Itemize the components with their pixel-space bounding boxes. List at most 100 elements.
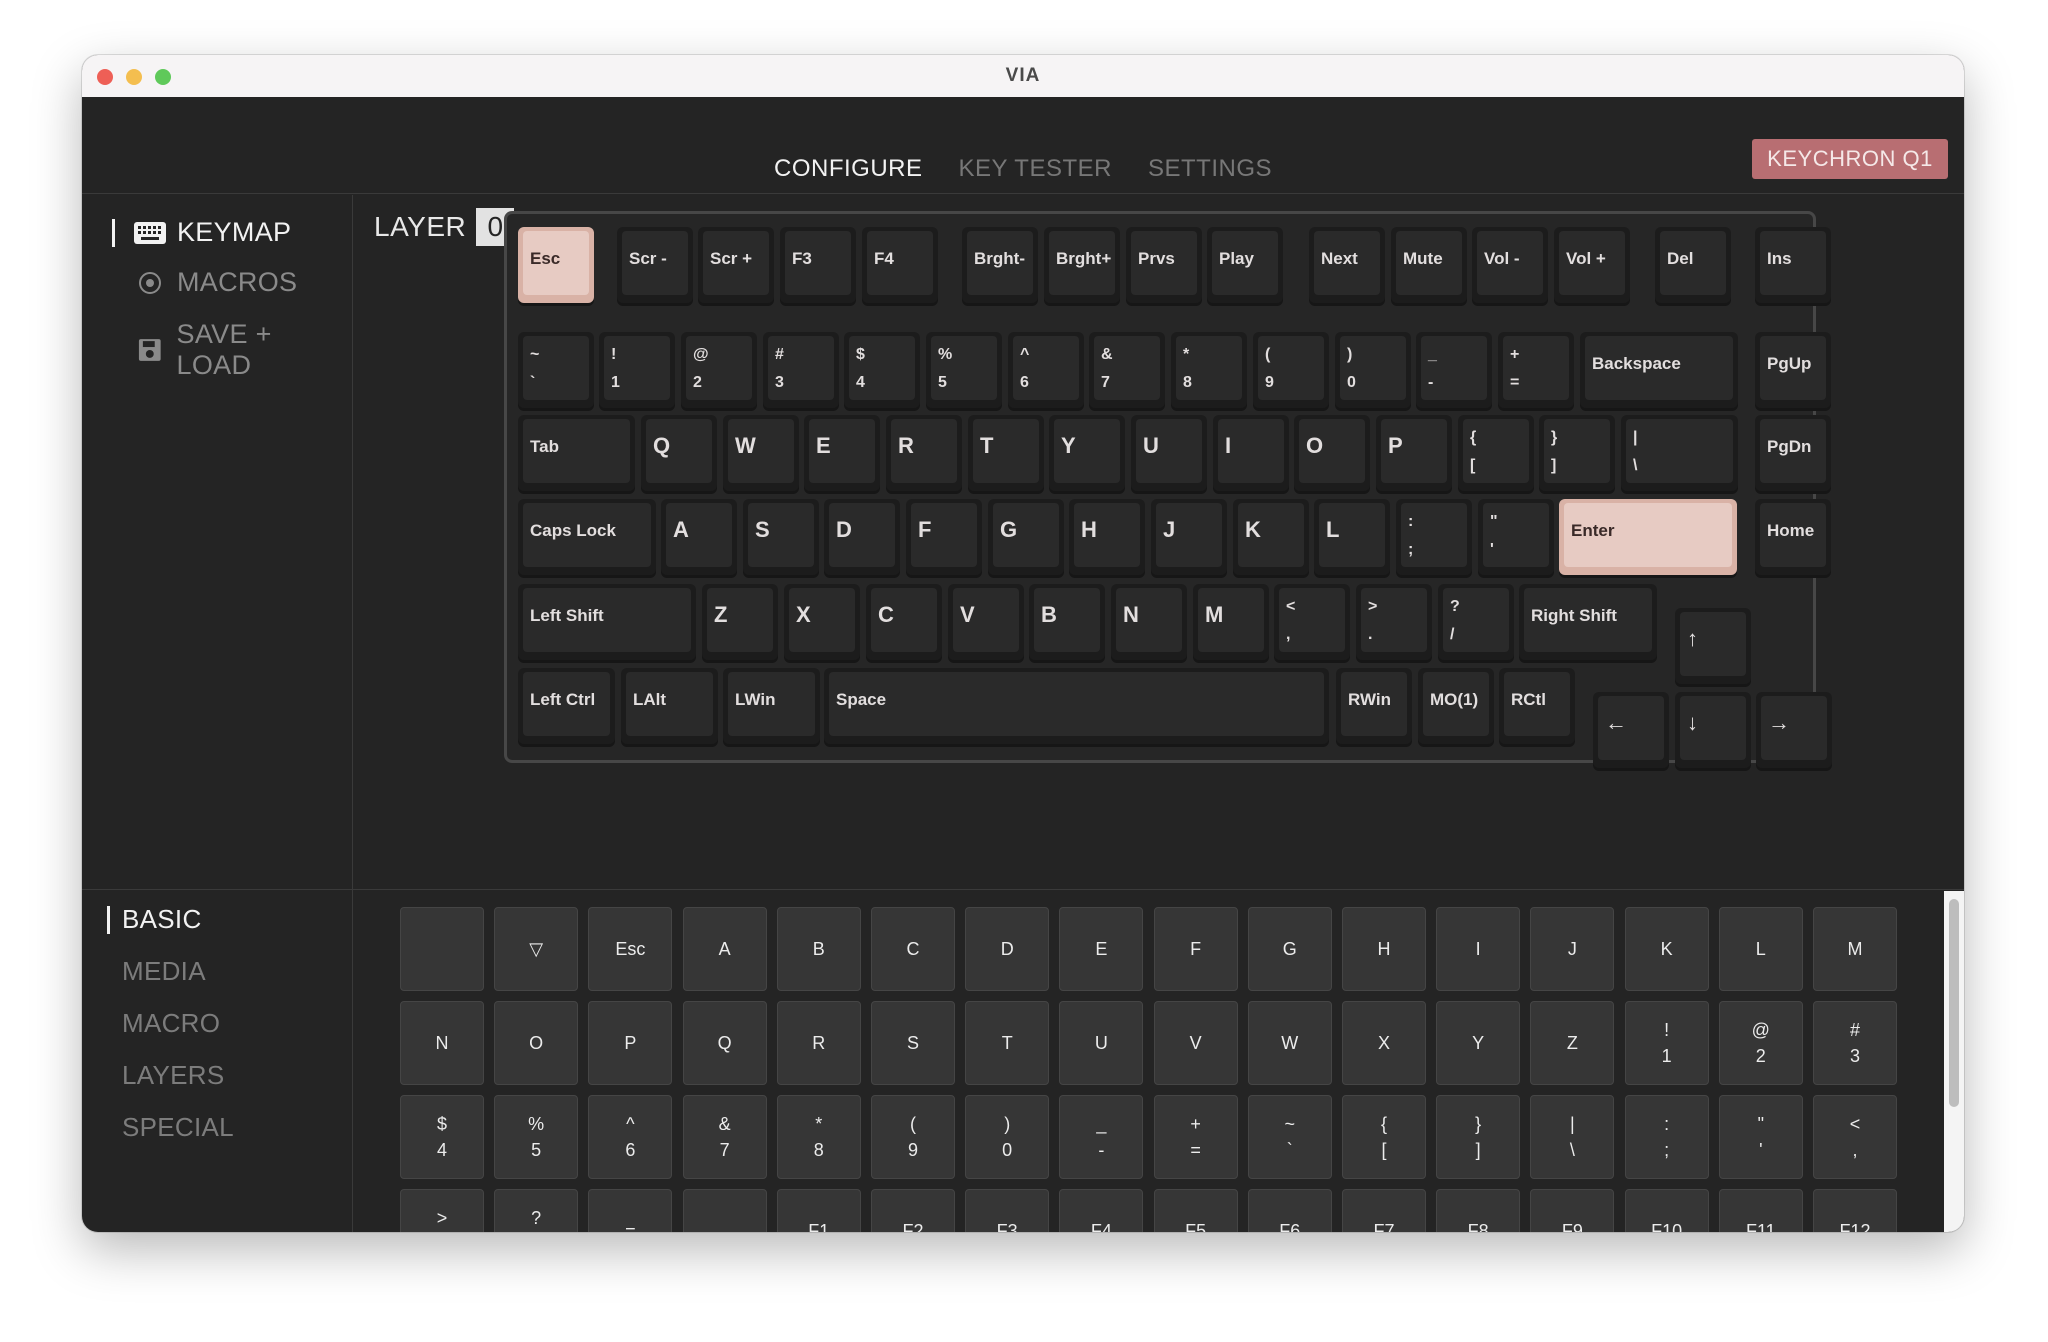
keycode-r[interactable]: R <box>776 1001 861 1085</box>
key-w[interactable]: W <box>723 415 799 491</box>
key-home[interactable]: Home <box>1755 499 1831 575</box>
key-2[interactable]: @2 <box>681 332 757 408</box>
key-q[interactable]: Q <box>641 415 717 491</box>
key-i[interactable]: I <box>1213 415 1289 491</box>
key-l[interactable]: L <box>1314 499 1390 575</box>
keycode-f[interactable]: F <box>1153 907 1238 991</box>
keycode-blank[interactable]: ▽ <box>494 907 579 991</box>
keycode-q[interactable]: Q <box>682 1001 767 1085</box>
key-next[interactable]: Next <box>1309 227 1385 303</box>
category-macro[interactable]: MACRO <box>107 1008 220 1039</box>
keycode-blank[interactable]: " ' <box>1718 1095 1803 1179</box>
category-special[interactable]: SPECIAL <box>107 1112 234 1143</box>
key-backspace[interactable]: Backspace <box>1580 332 1738 408</box>
keycode-blank[interactable] <box>400 907 484 991</box>
keycode-blank[interactable]: }] <box>1436 1095 1521 1179</box>
keycode-0[interactable]: ) 0 <box>965 1095 1050 1179</box>
key-blank[interactable]: :; <box>1396 499 1472 575</box>
keycode-n[interactable]: N <box>400 1001 484 1085</box>
key-blankarrow[interactable]: ↑ <box>1675 608 1751 684</box>
key-m[interactable]: M <box>1193 584 1269 660</box>
keycode-h[interactable]: H <box>1342 907 1426 991</box>
keycode-t[interactable]: T <box>965 1001 1050 1085</box>
key-caps-lock[interactable]: Caps Lock <box>518 499 656 575</box>
key-p[interactable]: P <box>1376 415 1452 491</box>
keycode-u[interactable]: U <box>1059 1001 1144 1085</box>
keycode-1[interactable]: ! 1 <box>1624 1001 1709 1085</box>
keycode-l[interactable]: L <box>1718 907 1803 991</box>
keycode-blank[interactable]: <, <box>1813 1095 1897 1179</box>
key-left-ctrl[interactable]: Left Ctrl <box>518 668 615 744</box>
sidebar-item-keymap[interactable]: KEYMAP <box>112 217 291 248</box>
keycode-blank[interactable]: _ - <box>1059 1095 1144 1179</box>
key-blank[interactable]: + = <box>1498 332 1574 408</box>
keycode-blank[interactable]: >. <box>400 1189 484 1232</box>
keycode-s[interactable]: S <box>871 1001 955 1085</box>
key-blank[interactable]: <, <box>1274 584 1350 660</box>
keycode-k[interactable]: K <box>1624 907 1709 991</box>
key-4[interactable]: $4 <box>844 332 920 408</box>
keycode-6[interactable]: ^ 6 <box>588 1095 673 1179</box>
tab-key-tester[interactable]: KEY TESTER <box>958 155 1112 183</box>
keycode-b[interactable]: B <box>776 907 861 991</box>
key-esc[interactable]: Esc <box>518 227 594 303</box>
keycode-m[interactable]: M <box>1813 907 1897 991</box>
key-8[interactable]: * 8 <box>1171 332 1247 408</box>
key-blankarrow[interactable]: ↓ <box>1675 692 1751 768</box>
key-u[interactable]: U <box>1131 415 1207 491</box>
key-z[interactable]: Z <box>702 584 778 660</box>
keycode-f2[interactable]: F2 <box>871 1189 955 1232</box>
keycode-blank[interactable]: | \ <box>1530 1095 1615 1179</box>
keycode-blank[interactable]: = <box>588 1189 673 1232</box>
sidebar-item-macros[interactable]: MACROS <box>112 267 297 298</box>
sidebar-item-save-load[interactable]: SAVE + LOAD <box>112 319 352 381</box>
keycode-f3[interactable]: F3 <box>965 1189 1050 1232</box>
key-5[interactable]: % 5 <box>926 332 1002 408</box>
keycode-4[interactable]: $4 <box>400 1095 484 1179</box>
keycode-f9[interactable]: F9 <box>1530 1189 1615 1232</box>
key-g[interactable]: G <box>988 499 1064 575</box>
keycode-blank[interactable]: + = <box>1153 1095 1238 1179</box>
keycode-7[interactable]: & 7 <box>682 1095 767 1179</box>
key-prvs[interactable]: Prvs <box>1126 227 1202 303</box>
key-scr[interactable]: Scr - <box>617 227 693 303</box>
keycode-w[interactable]: W <box>1247 1001 1332 1085</box>
keycode-z[interactable]: Z <box>1530 1001 1615 1085</box>
key-3[interactable]: #3 <box>763 332 839 408</box>
key-mute[interactable]: Mute <box>1391 227 1467 303</box>
key-pgdn[interactable]: PgDn <box>1755 415 1831 491</box>
key-play[interactable]: Play <box>1207 227 1283 303</box>
keycode-blank[interactable]: {[ <box>1342 1095 1426 1179</box>
key-y[interactable]: Y <box>1049 415 1125 491</box>
key-x[interactable]: X <box>784 584 860 660</box>
key-blank[interactable]: >. <box>1356 584 1432 660</box>
key-enter[interactable]: Enter <box>1559 499 1737 575</box>
key-c[interactable]: C <box>866 584 942 660</box>
keycode-f12[interactable]: F12 <box>1813 1189 1897 1232</box>
keycode-f8[interactable]: F8 <box>1436 1189 1521 1232</box>
key-left-shift[interactable]: Left Shift <box>518 584 696 660</box>
keycode-g[interactable]: G <box>1247 907 1332 991</box>
keycode-f7[interactable]: F7 <box>1342 1189 1426 1232</box>
key-f4[interactable]: F4 <box>862 227 938 303</box>
key-9[interactable]: (9 <box>1253 332 1329 408</box>
keycode-p[interactable]: P <box>588 1001 673 1085</box>
key-n[interactable]: N <box>1111 584 1187 660</box>
keycode-a[interactable]: A <box>682 907 767 991</box>
key-rwin[interactable]: RWin <box>1336 668 1412 744</box>
keycode-e[interactable]: E <box>1059 907 1144 991</box>
key-e[interactable]: E <box>804 415 880 491</box>
key-lalt[interactable]: LAlt <box>621 668 718 744</box>
keycode-esc[interactable]: Esc <box>588 907 673 991</box>
key-tab[interactable]: Tab <box>518 415 635 491</box>
key-pgup[interactable]: PgUp <box>1755 332 1831 408</box>
keycode-c[interactable]: C <box>871 907 955 991</box>
key-blankarrow[interactable]: → <box>1756 692 1832 768</box>
keycode-5[interactable]: % 5 <box>494 1095 579 1179</box>
key-t[interactable]: T <box>968 415 1044 491</box>
key-b[interactable]: B <box>1029 584 1105 660</box>
key-blank[interactable]: ~ ` <box>518 332 594 408</box>
keycode-y[interactable]: Y <box>1436 1001 1521 1085</box>
key-f[interactable]: F <box>906 499 982 575</box>
key-right-shift[interactable]: Right Shift <box>1519 584 1657 660</box>
